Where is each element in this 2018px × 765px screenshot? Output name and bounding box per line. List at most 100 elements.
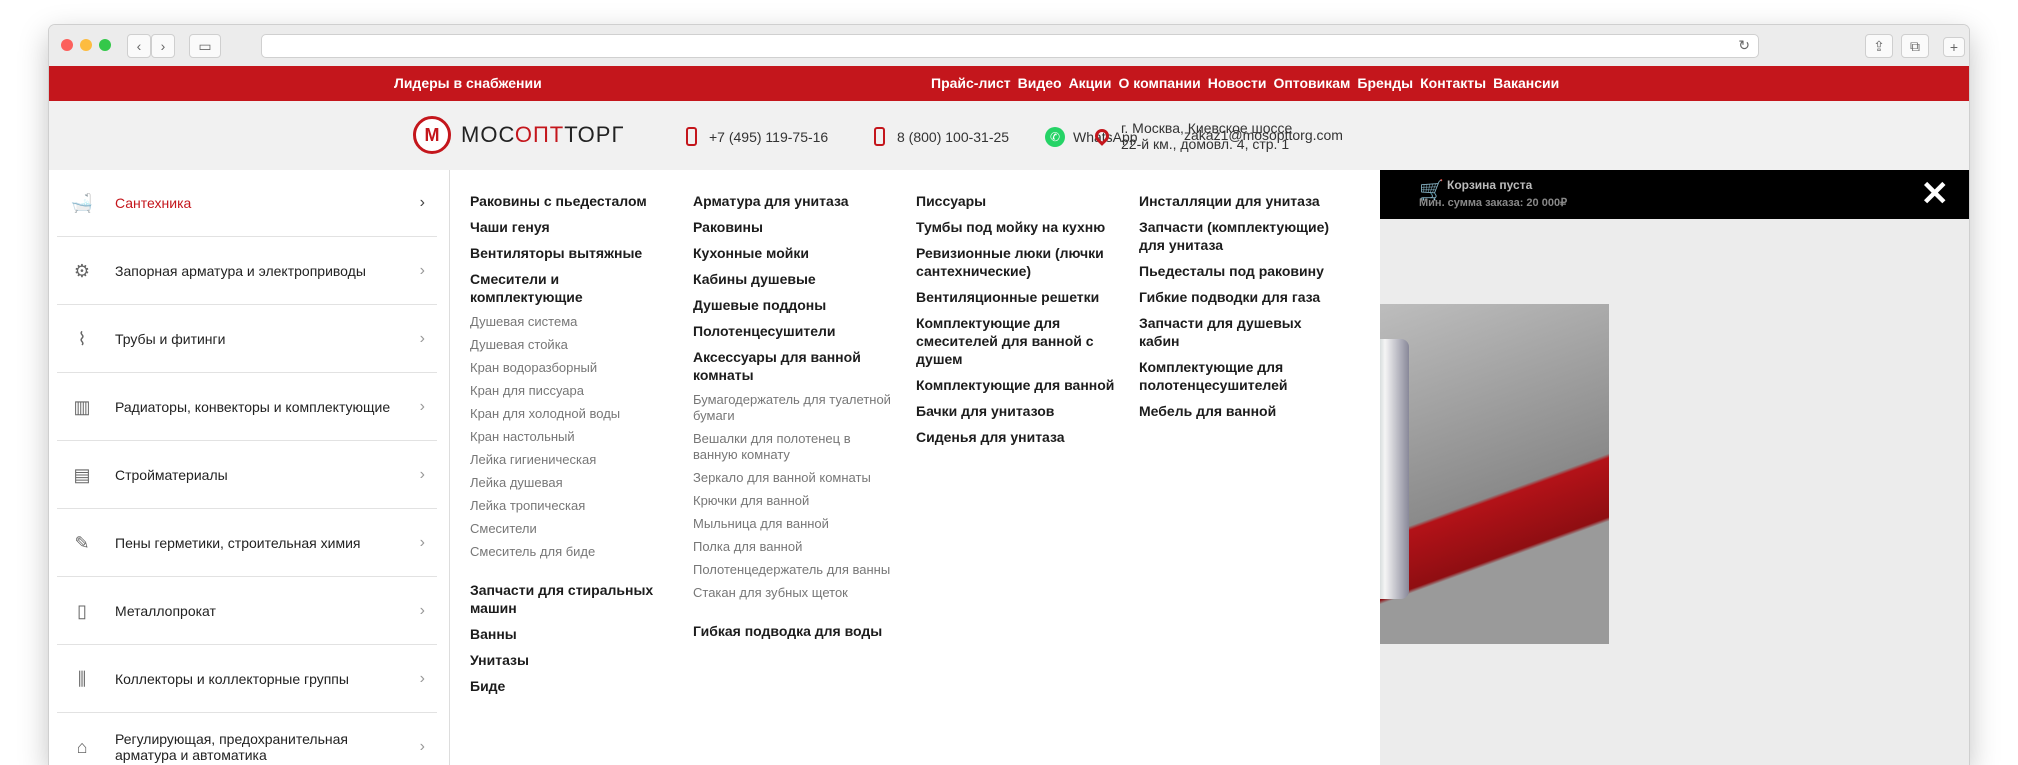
sidebar-item-pipes[interactable]: ⌇ Трубы и фитинги ›: [57, 306, 437, 373]
menu-column-4: Инсталляции для унитаза Запчасти (компле…: [1139, 192, 1339, 428]
back-button[interactable]: ‹: [127, 34, 151, 58]
top-bar: Лидеры в снабжении Прайс-лист Видео Акци…: [49, 66, 1969, 101]
menu-sublink[interactable]: Полотенцедержатель для ванны: [693, 562, 893, 578]
nav-wholesale[interactable]: Оптовикам: [1273, 75, 1350, 91]
menu-link[interactable]: Тумбы под мойку на кухню: [916, 218, 1116, 236]
menu-link[interactable]: Запчасти для стиральных машин: [470, 581, 670, 617]
sidebar-toggle-button[interactable]: ▭: [189, 34, 221, 58]
menu-sublink[interactable]: Кран водоразборный: [470, 360, 670, 376]
menu-sublink[interactable]: Кран для писсуара: [470, 383, 670, 399]
menu-sublink[interactable]: Лейка тропическая: [470, 498, 670, 514]
menu-sublink[interactable]: Душевая система: [470, 314, 670, 330]
menu-link[interactable]: Гибкая подводка для воды: [693, 622, 893, 640]
browser-window: ‹ › ▭ ↻ ⇪ ⧉ + Лидеры в снабжении Прайс-л…: [49, 25, 1969, 765]
new-tab-button[interactable]: +: [1943, 37, 1965, 57]
sidebar-item-valves[interactable]: ⚙ Запорная арматура и электроприводы ›: [57, 238, 437, 305]
sidebar-item-metal[interactable]: ▯ Металлопрокат ›: [57, 578, 437, 645]
menu-sublink[interactable]: Кран настольный: [470, 429, 670, 445]
chevron-right-icon: ›: [419, 670, 425, 687]
nav-news[interactable]: Новости: [1208, 75, 1267, 91]
menu-link[interactable]: Запчасти (комплектующие) для унитаза: [1139, 218, 1339, 254]
chevron-right-icon: ›: [419, 466, 425, 483]
menu-column-2: Арматура для унитаза Раковины Кухонные м…: [693, 192, 893, 648]
menu-link[interactable]: Чаши генуя: [470, 218, 670, 236]
menu-sublink[interactable]: Кран для холодной воды: [470, 406, 670, 422]
nav-promotions[interactable]: Акции: [1069, 75, 1112, 91]
menu-sublink[interactable]: Душевая стойка: [470, 337, 670, 353]
menu-sublink[interactable]: Лейка душевая: [470, 475, 670, 491]
menu-link[interactable]: Сиденья для унитаза: [916, 428, 1116, 446]
menu-link[interactable]: Ревизионные люки (лючки сантехнические): [916, 244, 1116, 280]
menu-link[interactable]: Унитазы: [470, 651, 670, 669]
sidebar-item-building-materials[interactable]: ▤ Стройматериалы ›: [57, 442, 437, 509]
menu-link[interactable]: Комплектующие для смесителей для ванной …: [916, 314, 1116, 368]
address-bar[interactable]: ↻: [261, 34, 1759, 58]
menu-link[interactable]: Пьедесталы под раковину: [1139, 262, 1339, 280]
sidebar-item-sealants[interactable]: ✎ Пены герметики, строительная химия ›: [57, 510, 437, 577]
menu-link[interactable]: Раковины: [693, 218, 893, 236]
menu-link[interactable]: Аксессуары для ванной комнаты: [693, 348, 893, 384]
menu-sublink[interactable]: Лейка гигиеническая: [470, 452, 670, 468]
address: г. Москва, Киевское шоссе 22-й км., домо…: [1092, 120, 1292, 152]
nav-contacts[interactable]: Контакты: [1420, 75, 1486, 91]
radiator-icon: ▥: [73, 396, 91, 417]
menu-link[interactable]: Биде: [470, 677, 670, 695]
menu-sublink[interactable]: Стакан для зубных щеток: [693, 585, 893, 601]
sidebar-item-radiators[interactable]: ▥ Радиаторы, конвекторы и комплектующие …: [57, 374, 437, 441]
menu-sublink[interactable]: Бумагодержатель для туалетной бумаги: [693, 392, 893, 424]
menu-sublink[interactable]: Мыльница для ванной: [693, 516, 893, 532]
menu-sublink[interactable]: Вешалки для полотенец в ванную комнату: [693, 431, 893, 463]
menu-link[interactable]: Вентиляционные решетки: [916, 288, 1116, 306]
menu-link[interactable]: Раковины с пьедесталом: [470, 192, 670, 210]
menu-sublink[interactable]: Крючки для ванной: [693, 493, 893, 509]
forward-button[interactable]: ›: [151, 34, 175, 58]
bathtub-icon: 🛁: [70, 192, 94, 213]
site-header: М МОСОПТТОРГ +7 (495) 119-75-16 8 (800) …: [49, 101, 1969, 170]
menu-link[interactable]: Кабины душевые: [693, 270, 893, 288]
logo-text: МОСОПТТОРГ: [461, 122, 625, 147]
phone-1[interactable]: +7 (495) 119-75-16: [686, 127, 828, 146]
site-logo[interactable]: М МОСОПТТОРГ: [413, 116, 624, 154]
menu-link[interactable]: Писсуары: [916, 192, 1116, 210]
menu-link[interactable]: Гибкие подводки для газа: [1139, 288, 1339, 306]
menu-link[interactable]: Комплектующие для ванной: [916, 376, 1116, 394]
cart-widget[interactable]: 🛒 Корзина пуста Мин. сумма заказа: 20 00…: [1419, 178, 1567, 209]
menu-link[interactable]: Бачки для унитазов: [916, 402, 1116, 420]
minimize-window-button[interactable]: [80, 39, 92, 51]
nav-video[interactable]: Видео: [1018, 75, 1062, 91]
menu-link[interactable]: Кухонные мойки: [693, 244, 893, 262]
nav-vacancies[interactable]: Вакансии: [1493, 75, 1559, 91]
share-button[interactable]: ⇪: [1865, 34, 1893, 58]
sidebar-item-plumbing[interactable]: 🛁 Сантехника ›: [57, 170, 437, 237]
slogan: Лидеры в снабжении: [394, 75, 542, 91]
sidebar-item-manifolds[interactable]: ⫼ Коллекторы и коллекторные группы ›: [57, 646, 437, 713]
menu-column-1: Раковины с пьедесталом Чаши генуя Вентил…: [470, 192, 670, 703]
nav-about[interactable]: О компании: [1119, 75, 1201, 91]
menu-sublink[interactable]: Полка для ванной: [693, 539, 893, 555]
menu-sublink[interactable]: Смесители: [470, 521, 670, 537]
menu-link[interactable]: Смесители и комплектующие: [470, 270, 670, 306]
sidebar-item-regulators[interactable]: ⌂ Регулирующая, предохранительная армату…: [57, 714, 437, 765]
nav-brands[interactable]: Бренды: [1357, 75, 1413, 91]
menu-link[interactable]: Вентиляторы вытяжные: [470, 244, 670, 262]
menu-link[interactable]: Арматура для унитаза: [693, 192, 893, 210]
manifold-icon: ⫼: [77, 668, 87, 689]
menu-link[interactable]: Мебель для ванной: [1139, 402, 1339, 420]
menu-link[interactable]: Запчасти для душевых кабин: [1139, 314, 1339, 350]
chevron-right-icon: ›: [160, 38, 166, 54]
zoom-window-button[interactable]: [99, 39, 111, 51]
reload-icon[interactable]: ↻: [1738, 37, 1750, 54]
menu-sublink[interactable]: Смеситель для биде: [470, 544, 670, 560]
menu-link[interactable]: Полотенцесушители: [693, 322, 893, 340]
menu-link[interactable]: Комплектующие для полотенцесушителей: [1139, 358, 1339, 394]
close-menu-icon[interactable]: ✕: [1921, 174, 1950, 214]
menu-link[interactable]: Инсталляции для унитаза: [1139, 192, 1339, 210]
menu-link[interactable]: Душевые поддоны: [693, 296, 893, 314]
close-window-button[interactable]: [61, 39, 73, 51]
tabs-button[interactable]: ⧉: [1901, 34, 1929, 58]
menu-link[interactable]: Ванны: [470, 625, 670, 643]
menu-sublink[interactable]: Зеркало для ванной комнаты: [693, 470, 893, 486]
nav-price-list[interactable]: Прайс-лист: [931, 75, 1011, 91]
phone-2[interactable]: 8 (800) 100-31-25: [874, 127, 1009, 146]
plus-icon: +: [1949, 39, 1959, 55]
